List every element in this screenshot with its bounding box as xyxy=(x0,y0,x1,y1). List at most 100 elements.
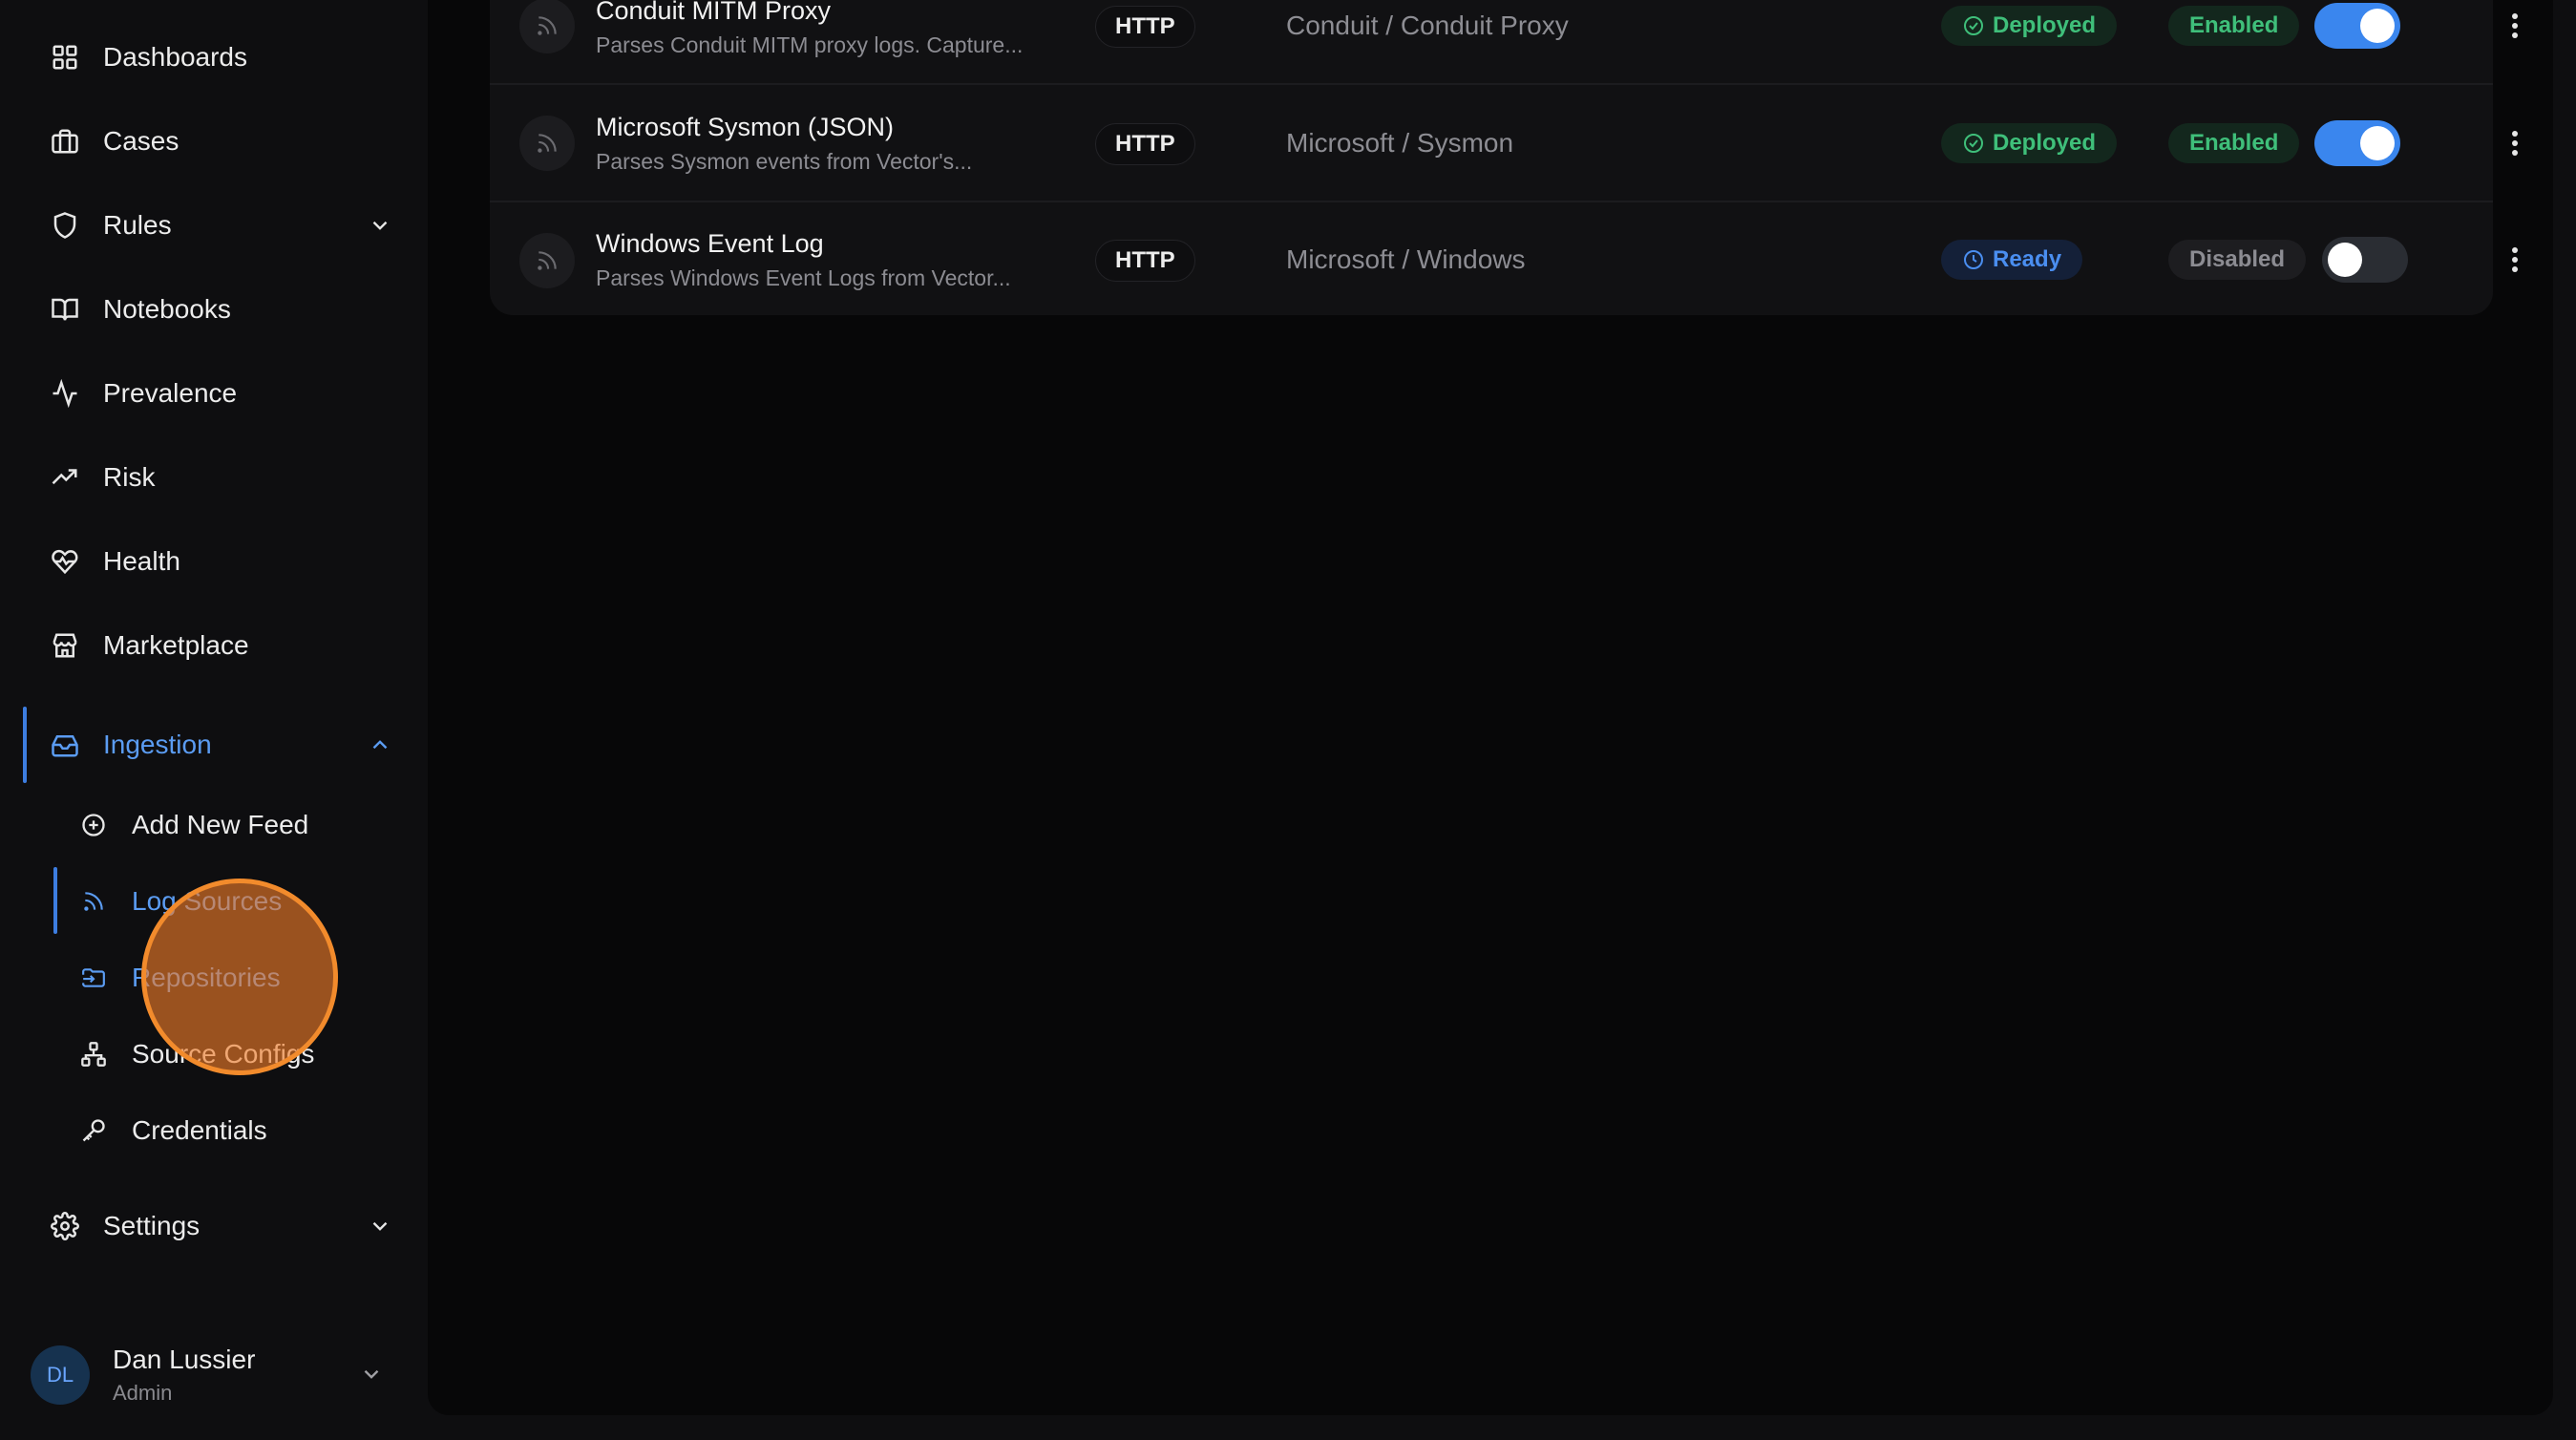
toggle-knob xyxy=(2360,126,2395,160)
nav-ingestion-label: Ingestion xyxy=(103,730,212,759)
sub-repositories[interactable]: Repositories xyxy=(78,949,384,1006)
nav-settings[interactable]: Settings xyxy=(50,1197,393,1255)
more-vertical-icon xyxy=(2512,247,2518,272)
avatar: DL xyxy=(31,1345,90,1405)
enabled-badge: Disabled xyxy=(2168,240,2307,280)
sub-source-configs-label: Source Configs xyxy=(132,1039,315,1069)
chevron-down-icon xyxy=(367,212,393,239)
protocol-badge: HTTP xyxy=(1095,123,1195,165)
briefcase-icon xyxy=(50,126,80,157)
nav-rules-label: Rules xyxy=(103,210,172,240)
status-badge: Ready xyxy=(1941,240,2083,280)
status-label: Deployed xyxy=(1993,12,2097,38)
more-options-button[interactable] xyxy=(2501,3,2529,49)
gear-icon xyxy=(50,1211,80,1241)
vendor-path: Microsoft / Windows xyxy=(1286,244,1526,274)
nav-dashboards-label: Dashboards xyxy=(103,42,247,72)
chevron-down-icon xyxy=(359,1362,384,1391)
feed-description: Parses Sysmon events from Vector's... xyxy=(596,149,973,174)
nav-health[interactable]: Health xyxy=(50,533,393,590)
vendor-path: Conduit / Conduit Proxy xyxy=(1286,11,1569,40)
plus-circle-icon xyxy=(78,810,109,840)
nav-settings-label: Settings xyxy=(103,1211,201,1240)
nav-notebooks-label: Notebooks xyxy=(103,294,231,324)
nav-dashboards[interactable]: Dashboards xyxy=(50,29,393,86)
nav-ingestion[interactable]: Ingestion xyxy=(50,716,393,773)
trending-up-icon xyxy=(50,462,80,493)
chevron-up-icon xyxy=(367,731,393,758)
sub-credentials[interactable]: Credentials xyxy=(78,1102,384,1159)
shield-icon xyxy=(50,210,80,241)
clock-icon xyxy=(1964,250,1983,269)
nav-notebooks[interactable]: Notebooks xyxy=(50,281,393,338)
sub-add-new-feed[interactable]: Add New Feed xyxy=(78,796,384,854)
store-icon xyxy=(50,630,80,661)
network-icon xyxy=(78,1039,109,1069)
active-indicator xyxy=(23,707,27,783)
chevron-down-icon xyxy=(367,1213,393,1239)
user-role: Admin xyxy=(113,1381,173,1405)
feed-description: Parses Conduit MITM proxy logs. Capture.… xyxy=(596,32,1024,57)
feed-name: Microsoft Sysmon (JSON) xyxy=(596,113,895,141)
nav-rules[interactable]: Rules xyxy=(50,197,393,254)
status-label: Ready xyxy=(1993,246,2062,272)
table-row[interactable]: Conduit MITM Proxy Parses Conduit MITM p… xyxy=(490,0,2518,84)
status-badge: Deployed xyxy=(1941,123,2118,163)
nav-cases[interactable]: Cases xyxy=(50,113,393,170)
vendor-path: Microsoft / Sysmon xyxy=(1286,128,1514,158)
toggle-knob xyxy=(2328,243,2362,277)
rss-icon xyxy=(78,886,109,917)
user-menu[interactable]: DL Dan Lussier Admin xyxy=(31,1337,384,1413)
enable-toggle[interactable] xyxy=(2314,3,2400,49)
activity-icon xyxy=(50,378,80,409)
rss-icon xyxy=(519,0,575,53)
status-label: Deployed xyxy=(1993,130,2097,156)
sub-source-configs[interactable]: Source Configs xyxy=(78,1026,384,1083)
sub-log-sources-label: Log Sources xyxy=(132,886,283,916)
sub-log-sources[interactable]: Log Sources xyxy=(78,873,384,930)
toggle-knob xyxy=(2360,9,2395,43)
table-row[interactable]: Microsoft Sysmon (JSON) Parses Sysmon ev… xyxy=(490,85,2518,201)
sub-active-indicator xyxy=(53,867,57,934)
enable-toggle[interactable] xyxy=(2322,237,2408,283)
enable-toggle[interactable] xyxy=(2314,120,2400,166)
enabled-badge: Enabled xyxy=(2168,123,2300,163)
more-options-button[interactable] xyxy=(2501,120,2529,166)
nav-marketplace[interactable]: Marketplace xyxy=(50,617,393,674)
inbox-icon xyxy=(50,730,80,760)
more-vertical-icon xyxy=(2512,13,2518,38)
protocol-badge: HTTP xyxy=(1095,6,1195,48)
main-content: Conduit MITM Proxy Parses Conduit MITM p… xyxy=(428,0,2553,1415)
nav-prevalence-label: Prevalence xyxy=(103,378,238,408)
nav-risk[interactable]: Risk xyxy=(50,449,393,506)
folder-input-icon xyxy=(78,963,109,993)
nav-cases-label: Cases xyxy=(103,126,179,156)
rss-icon xyxy=(519,116,575,171)
grid-icon xyxy=(50,42,80,73)
enabled-badge: Enabled xyxy=(2168,6,2300,46)
feed-name: Windows Event Log xyxy=(596,229,824,258)
check-circle-icon xyxy=(1964,134,1983,153)
feed-description: Parses Windows Event Logs from Vector... xyxy=(596,265,1011,290)
book-open-icon xyxy=(50,294,80,325)
rss-icon xyxy=(519,233,575,288)
sub-repositories-label: Repositories xyxy=(132,963,281,992)
nav-risk-label: Risk xyxy=(103,462,156,492)
heart-pulse-icon xyxy=(50,546,80,577)
nav-prevalence[interactable]: Prevalence xyxy=(50,365,393,422)
protocol-badge: HTTP xyxy=(1095,240,1195,282)
key-icon xyxy=(78,1115,109,1146)
status-badge: Deployed xyxy=(1941,6,2118,46)
sidebar: Dashboards Cases Rules Notebooks Prevale… xyxy=(0,0,428,1440)
nav-health-label: Health xyxy=(103,546,180,576)
sub-credentials-label: Credentials xyxy=(132,1115,267,1145)
feed-name: Conduit MITM Proxy xyxy=(596,0,832,25)
user-name: Dan Lussier xyxy=(113,1345,256,1374)
sub-add-new-feed-label: Add New Feed xyxy=(132,810,309,839)
log-sources-table: Conduit MITM Proxy Parses Conduit MITM p… xyxy=(490,0,2518,315)
table-row[interactable]: Windows Event Log Parses Windows Event L… xyxy=(490,202,2518,319)
more-vertical-icon xyxy=(2512,131,2518,156)
more-options-button[interactable] xyxy=(2501,237,2529,283)
nav-marketplace-label: Marketplace xyxy=(103,630,249,660)
check-circle-icon xyxy=(1964,16,1983,35)
